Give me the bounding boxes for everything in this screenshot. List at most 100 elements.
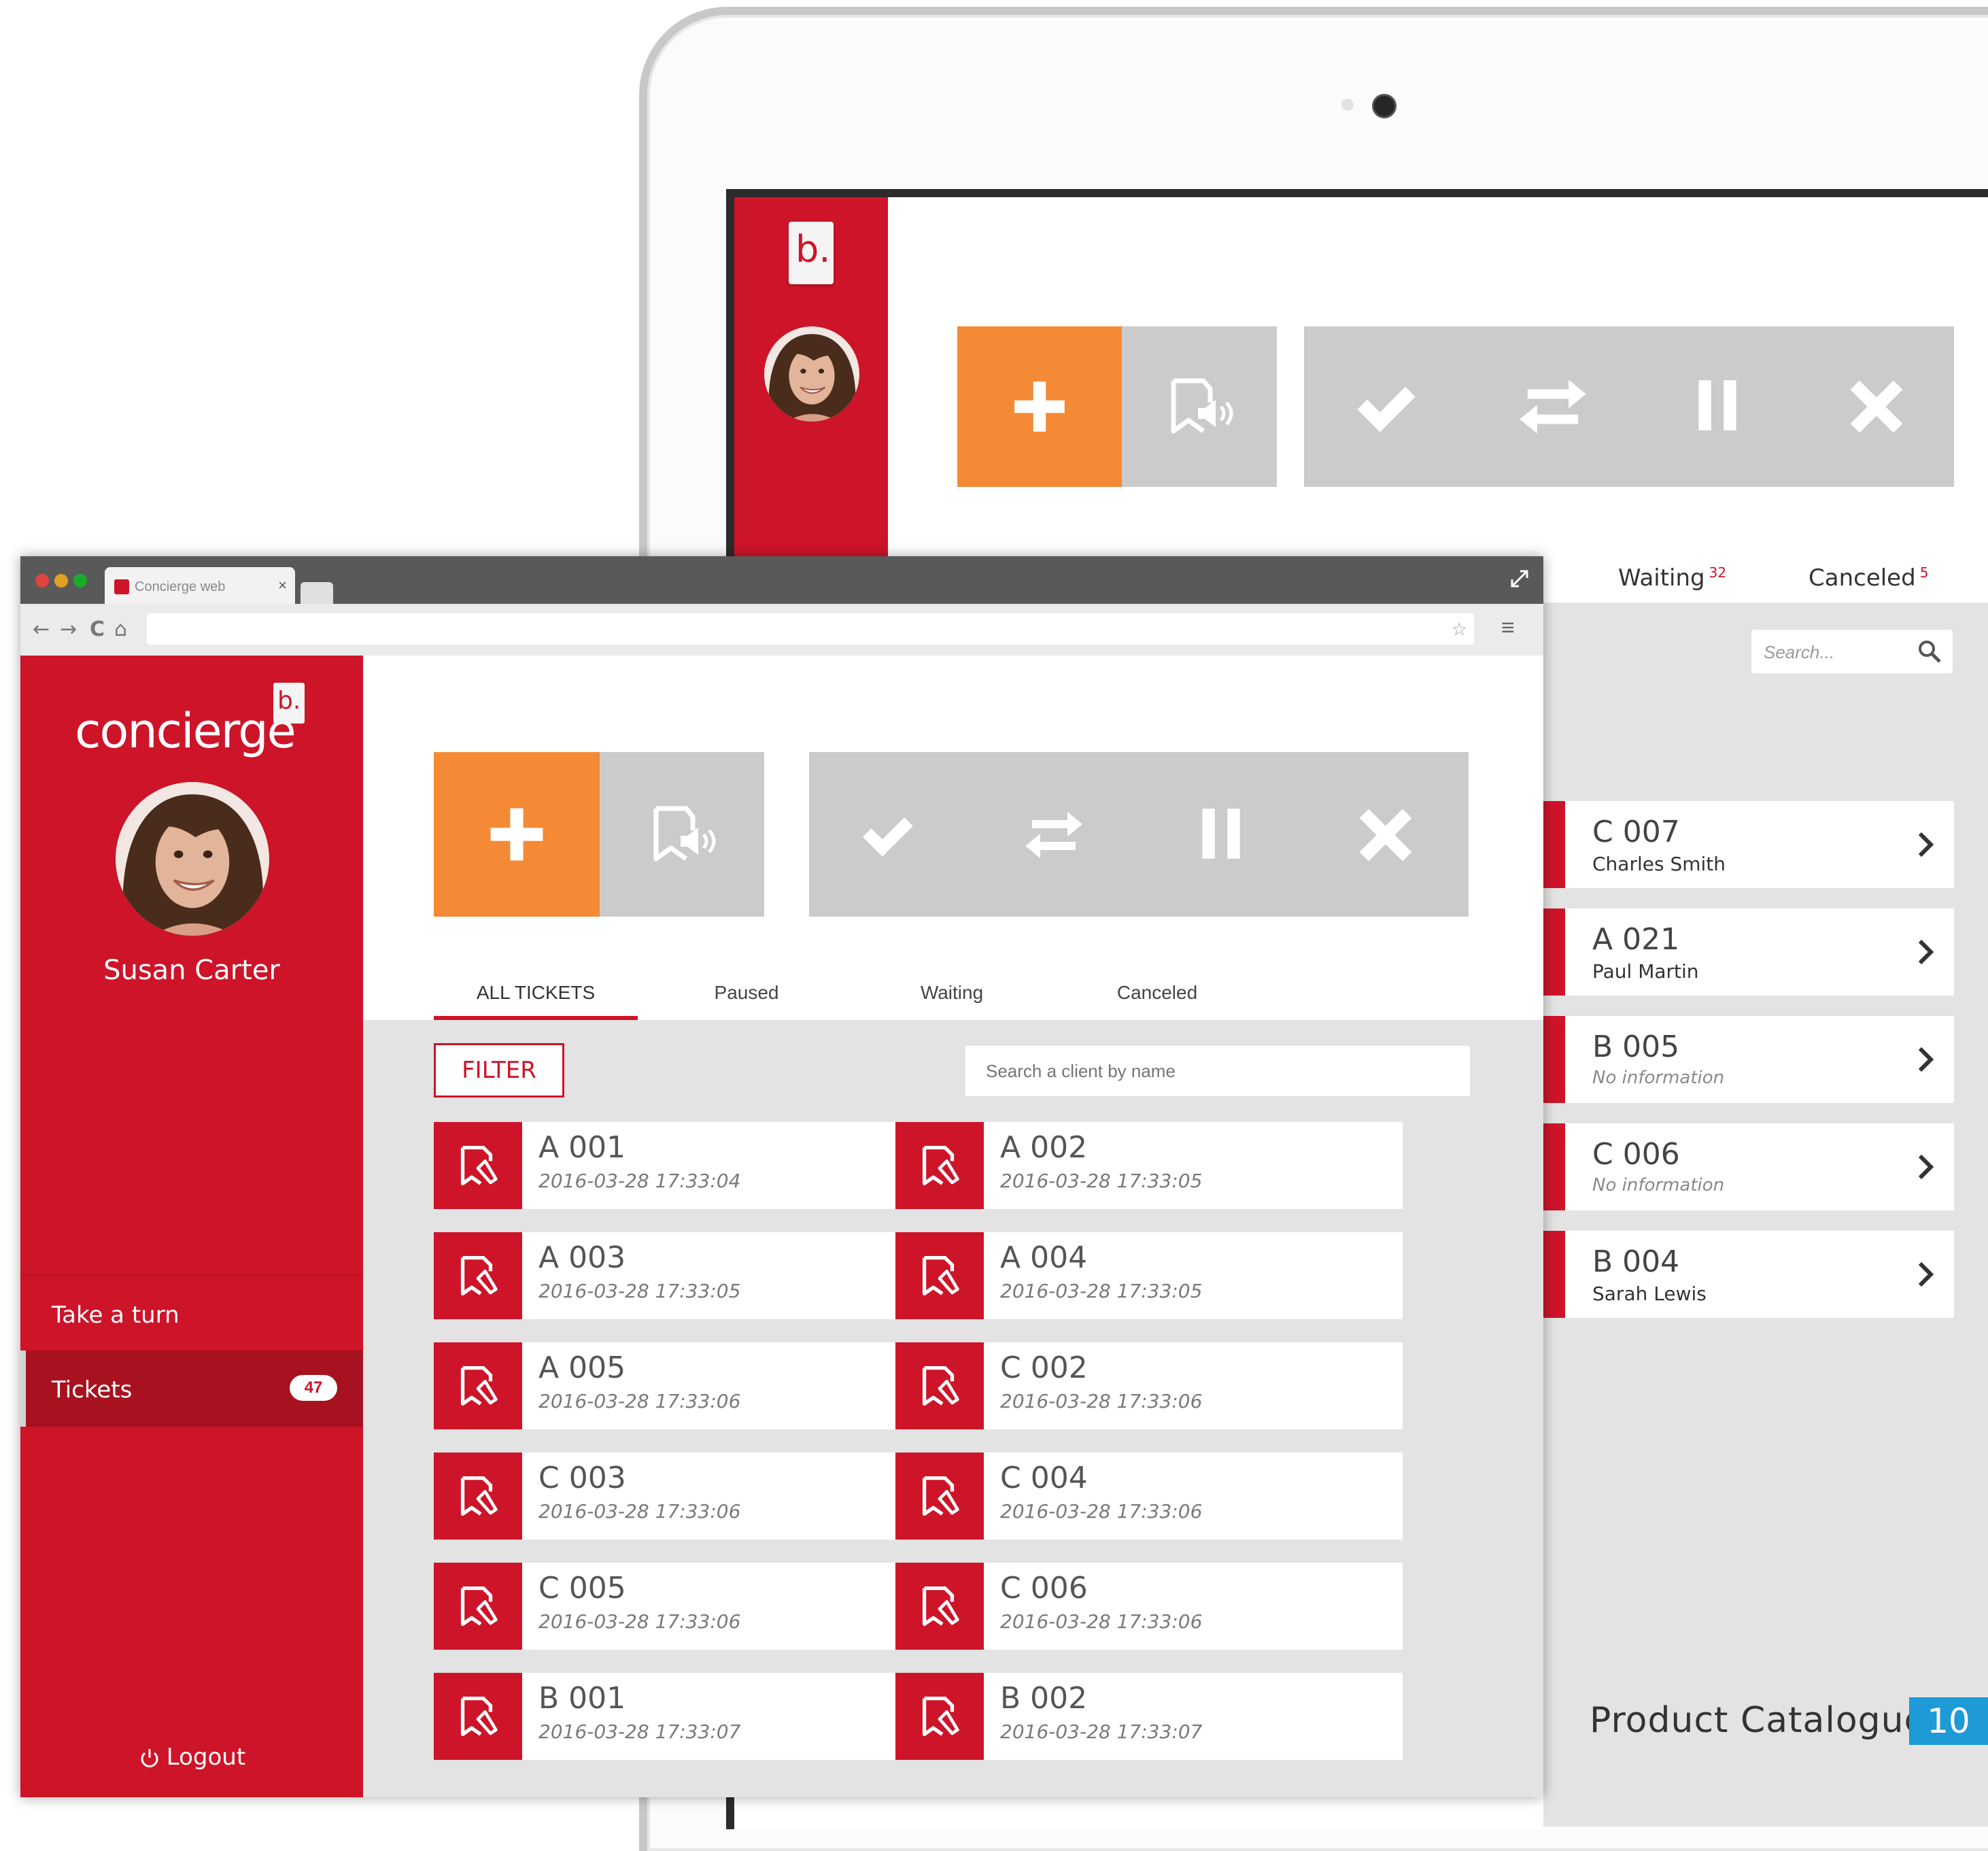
ticket-card[interactable]: B 002 2016-03-28 17:33:07 bbox=[895, 1673, 1403, 1760]
menu-item-label: Tickets bbox=[52, 1376, 133, 1404]
ticket-timestamp: 2016-03-28 17:33:06 bbox=[1000, 1390, 1203, 1412]
plus-icon bbox=[484, 802, 549, 867]
filter-button[interactable]: FILTER bbox=[434, 1043, 564, 1098]
tablet-check-button[interactable] bbox=[1350, 373, 1421, 443]
tablet-camera bbox=[1372, 94, 1396, 118]
minimize-window-button[interactable] bbox=[54, 574, 68, 588]
queue-row-accent bbox=[1543, 1231, 1565, 1318]
menu-item-tickets[interactable]: Tickets 47 bbox=[20, 1351, 363, 1427]
ticket-code: A 002 bbox=[1000, 1130, 1088, 1165]
ticket-timestamp: 2016-03-28 17:33:06 bbox=[538, 1500, 741, 1523]
tablet-pause-button[interactable] bbox=[1686, 374, 1749, 437]
favicon-icon bbox=[114, 579, 129, 594]
queue-row-accent bbox=[1543, 801, 1565, 888]
ticket-card[interactable]: C 003 2016-03-28 17:33:06 bbox=[434, 1453, 941, 1540]
queue-row[interactable]: A 021 Paul Martin bbox=[1543, 908, 1954, 996]
call-ticket-button[interactable] bbox=[600, 752, 764, 917]
tablet-queue-area bbox=[1543, 602, 1988, 1827]
ticket-card[interactable]: A 005 2016-03-28 17:33:06 bbox=[434, 1342, 941, 1429]
ticket-icon bbox=[456, 1253, 500, 1298]
chevron-right-icon[interactable] bbox=[1912, 1152, 1939, 1182]
ticket-icon-box bbox=[434, 1673, 522, 1760]
tablet-transfer-button[interactable] bbox=[1513, 367, 1592, 446]
ticket-code: A 003 bbox=[538, 1240, 626, 1275]
tablet-canceled-count: 5 bbox=[1919, 564, 1929, 581]
queue-ticket-code: A 021 bbox=[1592, 922, 1680, 957]
add-ticket-button[interactable] bbox=[434, 752, 600, 917]
close-tab-icon[interactable]: × bbox=[278, 577, 287, 594]
serve-ticket-button[interactable] bbox=[857, 805, 918, 866]
ticket-card[interactable]: A 002 2016-03-28 17:33:05 bbox=[895, 1122, 1403, 1209]
search-icon[interactable] bbox=[1917, 639, 1942, 664]
queue-row[interactable]: B 005 No information bbox=[1543, 1016, 1954, 1103]
ticket-code: A 001 bbox=[538, 1130, 626, 1165]
browser-tab-title: Concierge web bbox=[135, 579, 226, 594]
chevron-right-icon[interactable] bbox=[1912, 1259, 1939, 1289]
url-field[interactable]: ☆ bbox=[147, 613, 1474, 645]
ticket-icon bbox=[917, 1584, 962, 1629]
browser-window: Concierge web × ← → C ⌂ ☆ ≡ concierge b.… bbox=[20, 556, 1543, 1797]
back-icon[interactable]: ← bbox=[33, 617, 50, 641]
bookmark-star-icon[interactable]: ☆ bbox=[1452, 619, 1467, 640]
tablet-avatar[interactable] bbox=[764, 326, 859, 422]
chevron-right-icon[interactable] bbox=[1912, 830, 1939, 860]
transfer-ticket-button[interactable] bbox=[1020, 801, 1088, 869]
chevron-right-icon[interactable] bbox=[1912, 937, 1939, 967]
ticket-code: C 005 bbox=[538, 1571, 626, 1606]
home-icon[interactable]: ⌂ bbox=[114, 617, 127, 641]
cancel-ticket-button[interactable] bbox=[1353, 802, 1418, 868]
browser-menu-icon[interactable]: ≡ bbox=[1501, 615, 1515, 641]
ticket-code: C 003 bbox=[538, 1461, 626, 1495]
ticket-code: C 006 bbox=[1000, 1571, 1088, 1606]
ticket-card[interactable]: C 004 2016-03-28 17:33:06 bbox=[895, 1453, 1403, 1540]
ticket-card[interactable]: C 002 2016-03-28 17:33:06 bbox=[895, 1342, 1403, 1429]
page-number-badge: 10 bbox=[1909, 1697, 1988, 1745]
browser-tab[interactable]: Concierge web × bbox=[105, 567, 295, 604]
queue-row[interactable]: B 004 Sarah Lewis bbox=[1543, 1231, 1954, 1318]
tablet-close-button[interactable] bbox=[1844, 374, 1909, 439]
catalogue-label: Product Catalogue bbox=[1590, 1700, 1927, 1741]
queue-row-accent bbox=[1543, 908, 1565, 996]
ticket-icon bbox=[456, 1474, 500, 1518]
ticket-code: B 002 bbox=[1000, 1681, 1088, 1716]
new-tab-button[interactable] bbox=[301, 582, 333, 604]
chevron-right-icon[interactable] bbox=[1912, 1045, 1939, 1074]
forward-icon[interactable]: → bbox=[60, 617, 77, 641]
check-icon bbox=[1350, 373, 1421, 443]
ticket-card[interactable]: A 004 2016-03-28 17:33:05 bbox=[895, 1232, 1403, 1319]
tab-paused[interactable]: Paused bbox=[645, 982, 849, 1004]
ticket-card[interactable]: A 001 2016-03-28 17:33:04 bbox=[434, 1122, 941, 1209]
queue-row[interactable]: C 006 No information bbox=[1543, 1123, 1954, 1210]
app-main: ALL TICKETS Paused Waiting Canceled FILT… bbox=[363, 656, 1543, 1797]
close-window-button[interactable] bbox=[35, 574, 49, 588]
ticket-card[interactable]: B 001 2016-03-28 17:33:07 bbox=[434, 1673, 941, 1760]
user-avatar[interactable] bbox=[116, 782, 269, 936]
reload-icon[interactable]: C bbox=[90, 617, 105, 641]
tab-all-tickets[interactable]: ALL TICKETS bbox=[434, 982, 638, 1004]
tablet-waiting-count: 32 bbox=[1709, 564, 1727, 581]
ticket-card[interactable]: C 006 2016-03-28 17:33:06 bbox=[895, 1563, 1403, 1650]
queue-row-accent bbox=[1543, 1123, 1565, 1210]
ticket-icon bbox=[456, 1143, 500, 1188]
logout-button[interactable]: Logout bbox=[20, 1744, 363, 1771]
menu-item-take-a-turn[interactable]: Take a turn bbox=[20, 1274, 363, 1352]
tab-canceled[interactable]: Canceled bbox=[1055, 982, 1259, 1004]
client-search-input[interactable] bbox=[965, 1046, 1470, 1096]
queue-row[interactable]: C 007 Charles Smith bbox=[1543, 801, 1954, 888]
queue-client-name: Paul Martin bbox=[1592, 960, 1699, 983]
tablet-call-ticket-button[interactable] bbox=[1122, 326, 1277, 487]
tablet-search-input[interactable]: Search... bbox=[1751, 630, 1953, 673]
pause-ticket-button[interactable] bbox=[1190, 802, 1252, 865]
tablet-tab-canceled[interactable]: Canceled 5 bbox=[1809, 564, 1928, 592]
maximize-window-button[interactable] bbox=[73, 574, 87, 588]
tab-waiting[interactable]: Waiting bbox=[850, 982, 1054, 1004]
tablet-action-group bbox=[1304, 326, 1954, 487]
tablet-tab-waiting[interactable]: Waiting 32 bbox=[1618, 564, 1726, 592]
ticket-icon bbox=[917, 1143, 962, 1188]
tablet-add-ticket-button[interactable] bbox=[957, 326, 1122, 487]
fullscreen-button[interactable] bbox=[1509, 568, 1530, 589]
ticket-card[interactable]: A 003 2016-03-28 17:33:05 bbox=[434, 1232, 941, 1319]
ticket-card[interactable]: C 005 2016-03-28 17:33:06 bbox=[434, 1563, 941, 1650]
ticket-icon-box bbox=[895, 1122, 984, 1209]
ticket-icon-box bbox=[895, 1232, 984, 1319]
